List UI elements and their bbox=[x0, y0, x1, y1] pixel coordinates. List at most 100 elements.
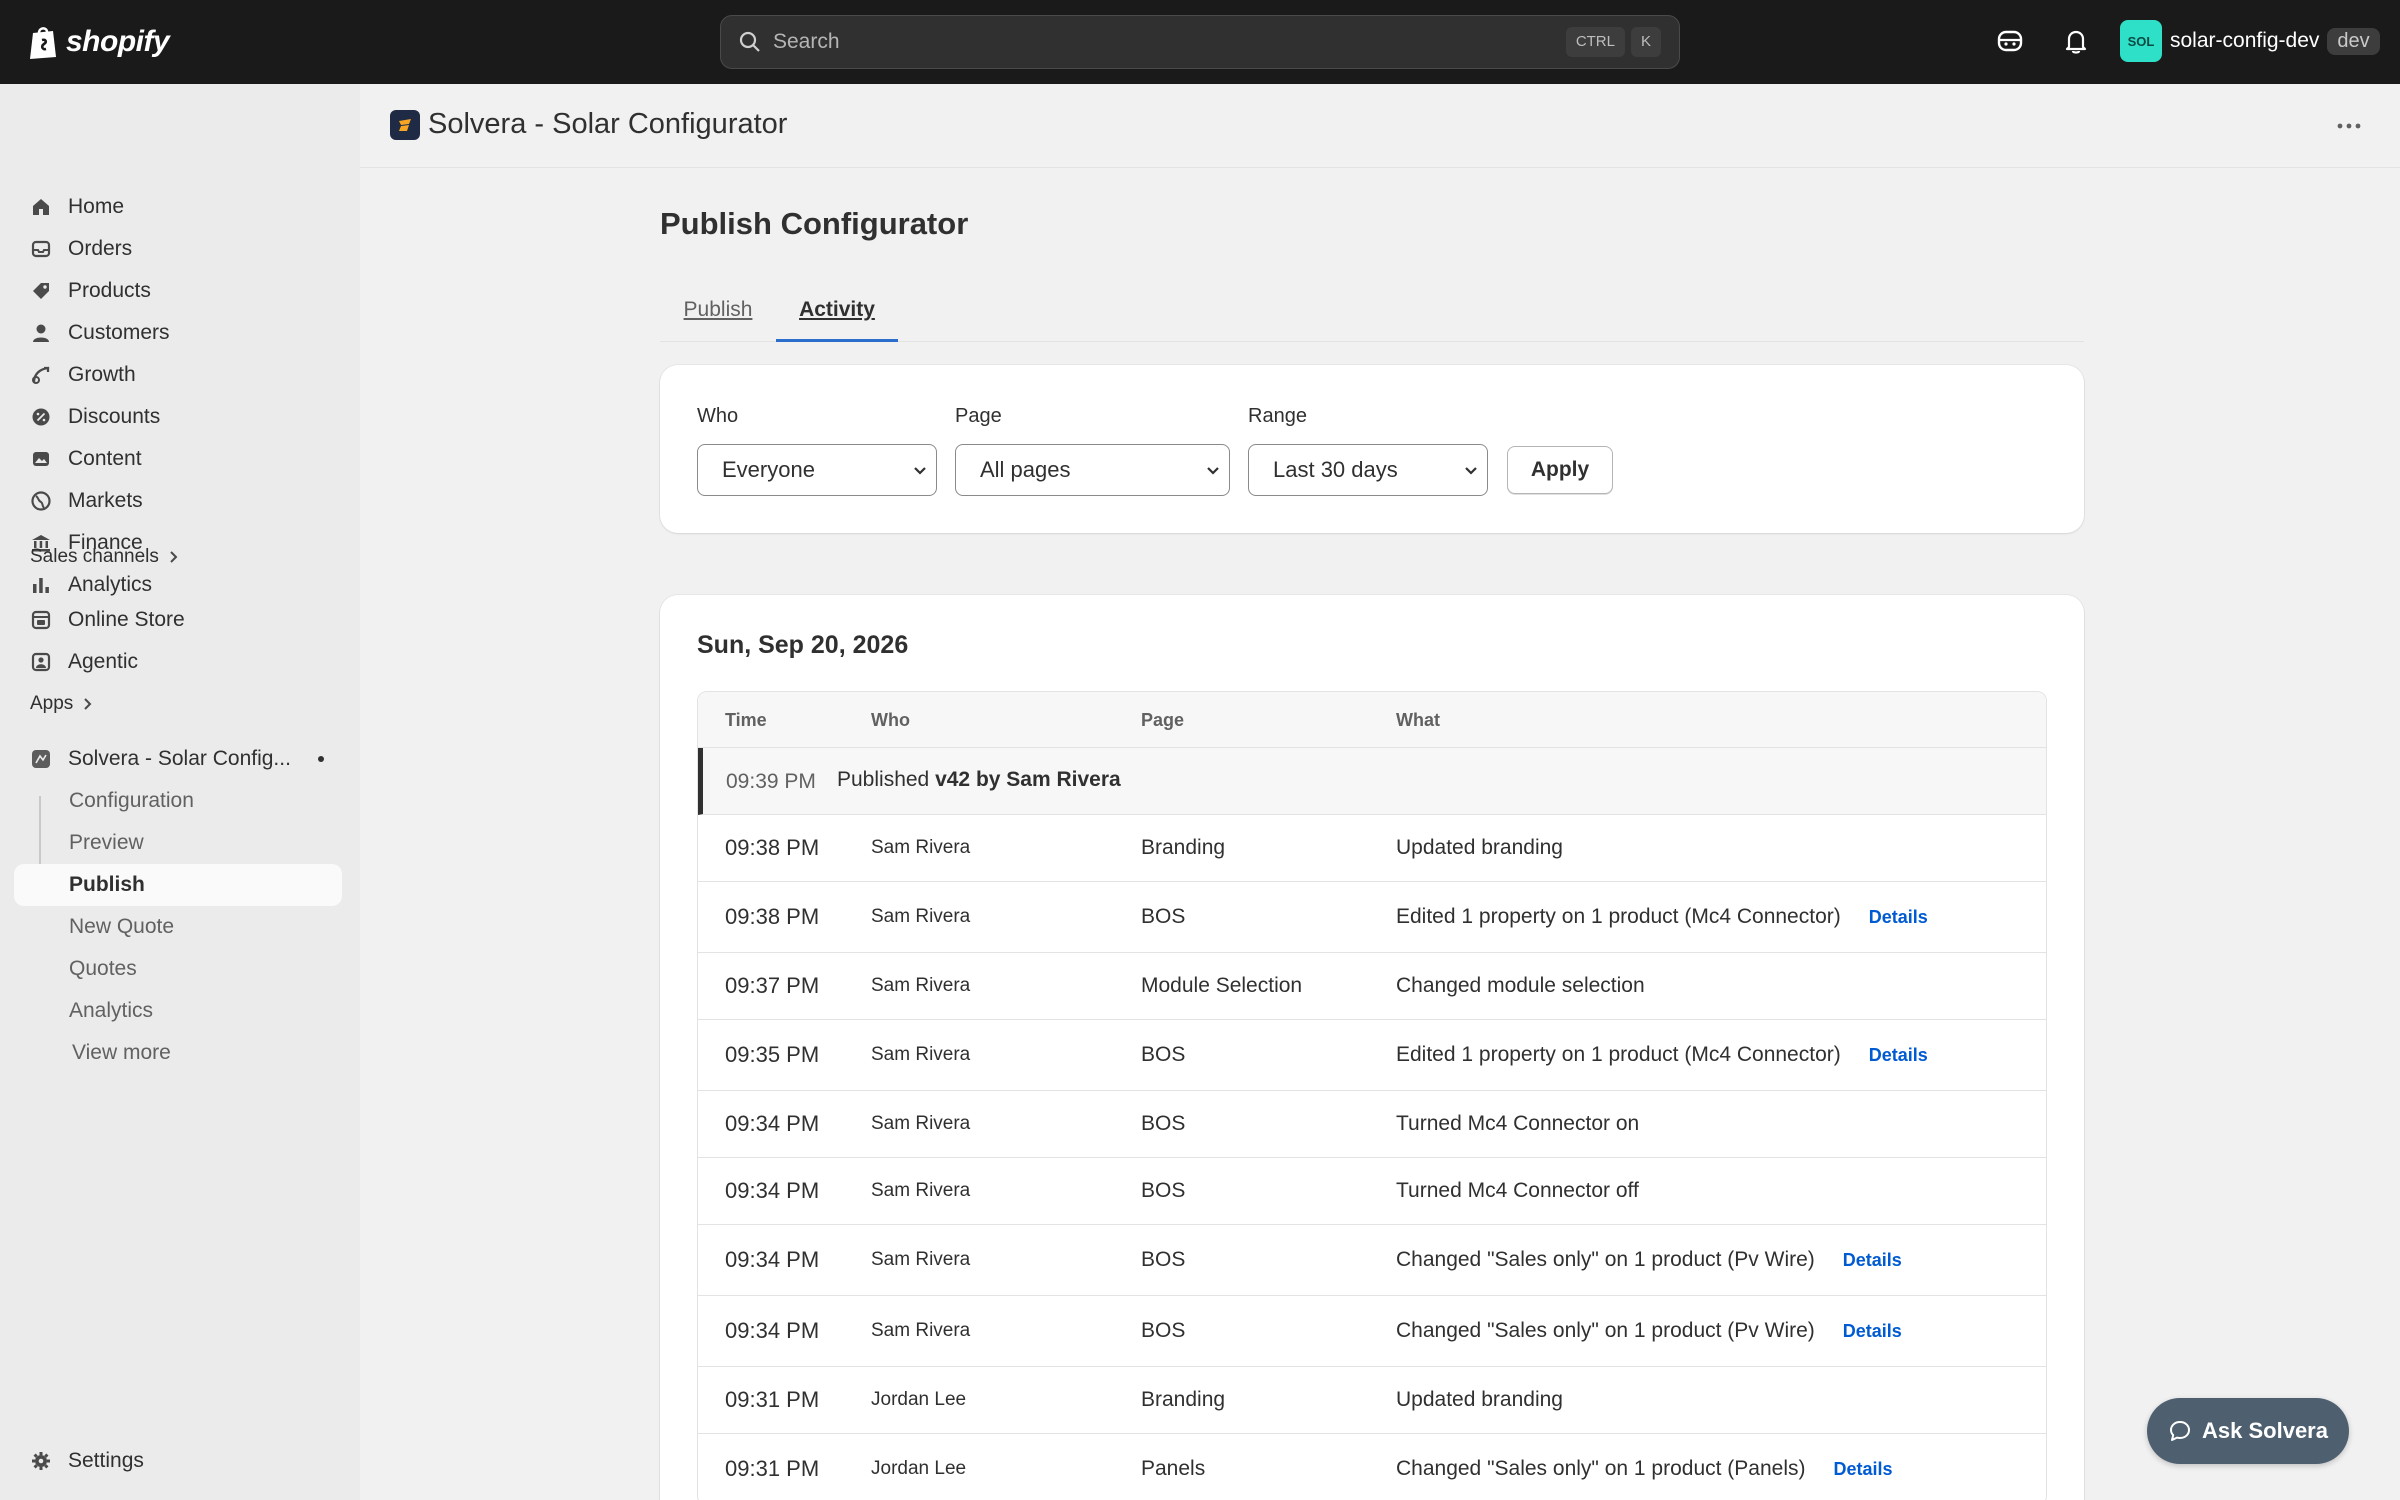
ask-solvera-button[interactable]: Ask Solvera bbox=[2147, 1398, 2349, 1464]
sales-channels-header[interactable]: Sales channels bbox=[30, 546, 179, 568]
table-row: 09:34 PM Sam Rivera BOS Changed "Sales only… bbox=[698, 1225, 2046, 1296]
row-time: 09:35 PM bbox=[725, 1042, 820, 1067]
app-subitem-publish[interactable]: Publish bbox=[14, 864, 342, 906]
search-placeholder: Search bbox=[773, 30, 840, 53]
bar-chart-icon bbox=[33, 578, 49, 593]
row-time: 09:34 PM bbox=[725, 1178, 820, 1203]
row-what: Changed "Sales only" on 1 product (Pv Wi… bbox=[1396, 1319, 1902, 1343]
row-what-text: Edited 1 property on 1 product (Mc4 Conn… bbox=[1396, 1043, 1841, 1066]
row-who: Sam Rivera bbox=[871, 906, 971, 927]
more-actions-icon[interactable] bbox=[2336, 116, 2362, 136]
apps-label: Apps bbox=[30, 693, 74, 714]
chevron-right-icon bbox=[84, 698, 92, 710]
sidebar-item-label: Products bbox=[68, 279, 151, 302]
row-time: 09:37 PM bbox=[725, 973, 820, 998]
table-row: 09:34 PM Sam Rivera BOS Turned Mc4 Connecto… bbox=[698, 1158, 2046, 1225]
app-subitem-quotes[interactable]: Quotes bbox=[14, 948, 342, 990]
sidebar-item-settings[interactable]: Settings bbox=[14, 1440, 342, 1482]
sidebar-item-label: Content bbox=[68, 447, 142, 470]
table-row: 09:31 PM Jordan Lee Panels Changed "Sales o… bbox=[698, 1434, 2046, 1500]
subitem-label: Quotes bbox=[69, 957, 137, 980]
apply-button[interactable]: Apply bbox=[1507, 446, 1613, 494]
page-select[interactable]: All pages bbox=[955, 444, 1230, 496]
activity-date-heading: Sun, Sep 20, 2026 bbox=[697, 631, 909, 659]
row-time: 09:38 PM bbox=[725, 904, 820, 929]
discount-icon bbox=[32, 408, 50, 426]
sidebar-item-agentic[interactable]: Agentic bbox=[14, 641, 342, 683]
details-link[interactable]: Details bbox=[1869, 1045, 1928, 1065]
tab-bar: Publish Activity bbox=[660, 286, 2084, 342]
apps-header[interactable]: Apps bbox=[30, 693, 93, 715]
sidebar-item-products[interactable]: Products bbox=[14, 270, 342, 312]
sidebar-item-markets[interactable]: Markets bbox=[14, 480, 342, 522]
sidekick-icon[interactable] bbox=[1993, 24, 2027, 58]
row-who: Sam Rivera bbox=[871, 1044, 971, 1065]
who-select-value: Everyone bbox=[722, 457, 815, 482]
sidebar-item-orders[interactable]: Orders bbox=[14, 228, 342, 270]
app-subitem-analytics[interactable]: Analytics bbox=[14, 990, 342, 1032]
row-what-text: Changed "Sales only" on 1 product (Panel… bbox=[1396, 1457, 1806, 1480]
solvera-logo-icon bbox=[390, 109, 420, 140]
sidebar-item-home[interactable]: Home bbox=[14, 186, 342, 228]
sidebar-item-label: Growth bbox=[68, 363, 136, 386]
column-header-what: What bbox=[1396, 710, 1440, 730]
table-header: Time Who Page What bbox=[698, 692, 2046, 748]
chat-bubble-icon bbox=[2170, 1421, 2191, 1441]
sidebar-item-discounts[interactable]: Discounts bbox=[14, 396, 342, 438]
tag-icon bbox=[33, 283, 49, 299]
app-subitem-preview[interactable]: Preview bbox=[14, 822, 342, 864]
table-row: 09:34 PM Sam Rivera BOS Changed "Sales only… bbox=[698, 1296, 2046, 1367]
sidebar-item-label: Settings bbox=[68, 1449, 144, 1472]
row-page: Module Selection bbox=[1141, 974, 1303, 997]
row-page: BOS bbox=[1141, 1319, 1186, 1342]
shopify-logo[interactable]: shopify bbox=[28, 20, 170, 64]
subitem-label: Configuration bbox=[69, 789, 194, 812]
app-subitem-new-quote[interactable]: New Quote bbox=[14, 906, 342, 948]
chevron-down-icon bbox=[1207, 467, 1219, 475]
row-what: Changed "Sales only" on 1 product (Pv Wi… bbox=[1396, 1248, 1902, 1272]
sidebar-item-label: Markets bbox=[68, 489, 143, 512]
page-select-value: All pages bbox=[980, 457, 1071, 482]
details-link[interactable]: Details bbox=[1843, 1321, 1902, 1341]
row-what: Updated branding bbox=[1396, 1388, 1563, 1411]
sidebar-item-solvera-app[interactable]: Solvera - Solar Config... bbox=[14, 738, 342, 780]
search-bar[interactable]: Search CTRL K bbox=[720, 15, 1680, 69]
details-link[interactable]: Details bbox=[1843, 1250, 1902, 1270]
store-avatar: SOL bbox=[2120, 20, 2162, 62]
sidebar-item-growth[interactable]: Growth bbox=[14, 354, 342, 396]
app-subitem-view-more[interactable]: View more bbox=[14, 1032, 342, 1074]
sidebar-item-customers[interactable]: Customers bbox=[14, 312, 342, 354]
sidebar-item-online-store[interactable]: Online Store bbox=[14, 599, 342, 641]
app-header: Solvera - Solar Configurator bbox=[360, 84, 2400, 168]
table-row: 09:37 PM Sam Rivera Module Selection Change… bbox=[698, 953, 2046, 1020]
range-select[interactable]: Last 30 days bbox=[1248, 444, 1488, 496]
search-icon bbox=[739, 31, 760, 52]
row-time: 09:34 PM bbox=[725, 1318, 820, 1343]
activity-rows: 09:38 PM Sam Rivera Branding Updated brandi… bbox=[698, 815, 2046, 1500]
tab-activity[interactable]: Activity bbox=[776, 286, 898, 342]
subitem-label: Publish bbox=[69, 873, 145, 896]
column-header-time: Time bbox=[725, 710, 767, 730]
store-name: solar-config-dev bbox=[2170, 29, 2320, 52]
shopify-bag-icon bbox=[30, 27, 56, 59]
app-subitem-configuration[interactable]: Configuration bbox=[14, 780, 342, 822]
sidebar-item-label: Analytics bbox=[68, 573, 153, 596]
publish-event-detail: v42 by Sam Rivera bbox=[935, 768, 1121, 791]
row-page: Branding bbox=[1141, 1388, 1226, 1411]
sidebar-item-label: Agentic bbox=[68, 650, 139, 673]
tab-publish[interactable]: Publish bbox=[660, 286, 776, 342]
row-what-text: Changed "Sales only" on 1 product (Pv Wi… bbox=[1396, 1319, 1815, 1342]
sidebar-item-content[interactable]: Content bbox=[14, 438, 342, 480]
row-page: BOS bbox=[1141, 1112, 1186, 1135]
details-link[interactable]: Details bbox=[1834, 1459, 1893, 1479]
bell-icon[interactable] bbox=[2059, 24, 2093, 58]
sales-channels-label: Sales channels bbox=[30, 546, 159, 567]
row-page: BOS bbox=[1141, 1043, 1186, 1066]
who-select[interactable]: Everyone bbox=[697, 444, 937, 496]
app-icon bbox=[32, 750, 50, 768]
store-switcher[interactable]: SOL solar-config-dev dev bbox=[2120, 20, 2380, 62]
row-who: Sam Rivera bbox=[871, 1180, 971, 1201]
page-title: Publish Configurator bbox=[660, 206, 969, 241]
details-link[interactable]: Details bbox=[1869, 907, 1928, 927]
globe-icon bbox=[31, 491, 51, 511]
